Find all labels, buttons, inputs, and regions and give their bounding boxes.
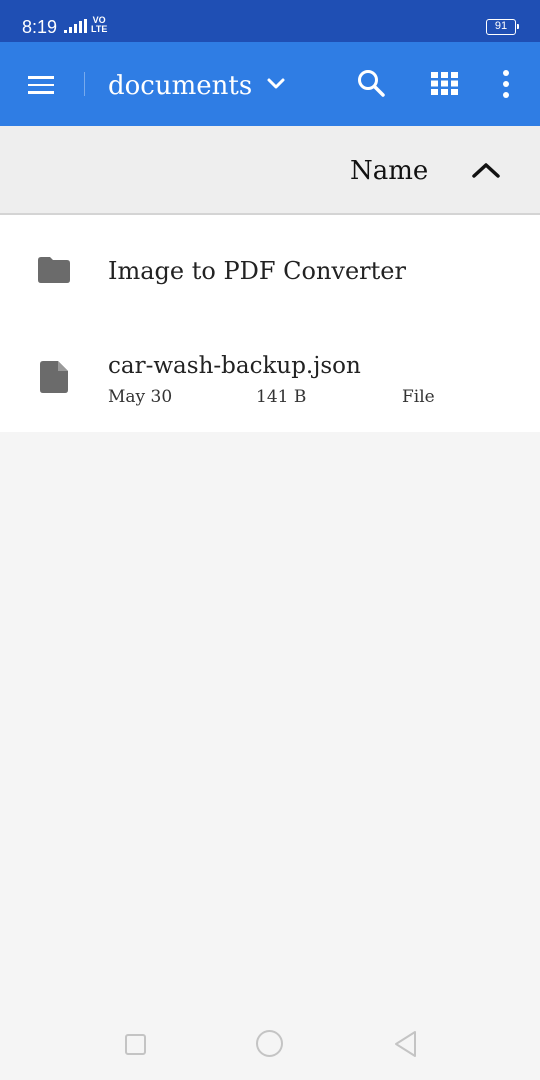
- file-list: Image to PDF Converter car-wash-backup.j…: [0, 215, 540, 432]
- battery-level: 91: [494, 20, 508, 32]
- file-date: May 30: [108, 387, 173, 407]
- file-type: File: [402, 387, 435, 407]
- list-item-file[interactable]: car-wash-backup.json May 30 141 B File: [0, 327, 540, 432]
- search-icon[interactable]: [356, 68, 386, 98]
- grid-view-icon[interactable]: [431, 72, 458, 95]
- list-item-folder[interactable]: Image to PDF Converter: [0, 215, 540, 327]
- battery-icon: 91: [486, 19, 519, 35]
- recents-icon[interactable]: [125, 1034, 146, 1055]
- folder-title[interactable]: documents: [108, 68, 252, 104]
- signal-icon: [64, 19, 87, 33]
- chevron-down-icon[interactable]: [264, 74, 288, 94]
- menu-icon[interactable]: [28, 76, 54, 94]
- app-bar: documents: [0, 42, 540, 126]
- folder-icon: [38, 257, 70, 283]
- back-icon[interactable]: [392, 1029, 418, 1059]
- system-nav-bar: [0, 1010, 540, 1080]
- more-vert-icon[interactable]: [498, 70, 514, 98]
- app-bar-divider: [84, 72, 85, 96]
- chevron-up-icon[interactable]: [470, 159, 502, 181]
- sort-label[interactable]: Name: [350, 154, 428, 188]
- file-size: 141 B: [256, 387, 307, 407]
- file-icon: [40, 361, 68, 393]
- status-time: 8:19: [22, 17, 58, 37]
- sort-bar[interactable]: Name: [0, 126, 540, 215]
- file-name: car-wash-backup.json: [108, 353, 361, 379]
- home-icon[interactable]: [256, 1030, 283, 1057]
- folder-name: Image to PDF Converter: [108, 257, 406, 285]
- volte-indicator: VO LTE: [91, 16, 107, 34]
- status-bar: 8:19 VO LTE 91: [0, 0, 540, 42]
- volte-bottom: LTE: [91, 24, 108, 34]
